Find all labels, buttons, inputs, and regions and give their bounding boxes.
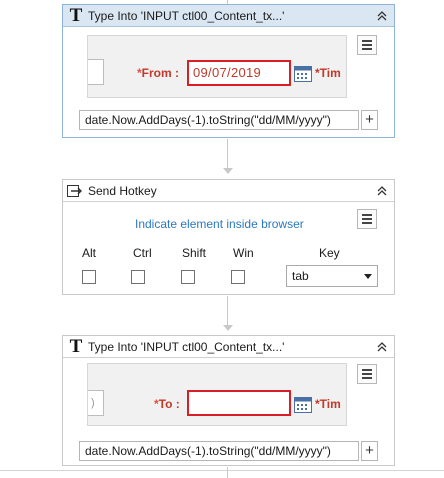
- activity-title: Type Into 'INPUT ctl00_Content_tx...': [88, 9, 285, 23]
- text-expression-input[interactable]: date.Now.AddDays(-1).toString("dd/MM/yyy…: [79, 110, 359, 130]
- ctrl-checkbox[interactable]: [131, 270, 145, 284]
- send-hotkey-icon: [67, 185, 82, 197]
- key-dropdown-value: tab: [292, 269, 309, 283]
- key-label: Key: [319, 246, 340, 260]
- options-menu-button[interactable]: [357, 209, 377, 229]
- connector-2: [227, 296, 228, 326]
- options-menu-button[interactable]: [357, 364, 377, 384]
- text-expression-input[interactable]: date.Now.AddDays(-1).toString("dd/MM/yyy…: [79, 441, 359, 461]
- type-into-icon: T: [69, 336, 83, 357]
- add-expression-button[interactable]: +: [361, 110, 378, 130]
- canvas-bottom-border: [0, 470, 444, 471]
- connector-3: [227, 467, 228, 478]
- shift-checkbox[interactable]: [181, 270, 195, 284]
- alt-checkbox[interactable]: [82, 270, 96, 284]
- win-checkbox[interactable]: [231, 270, 245, 284]
- field-label-text: From :: [141, 66, 180, 80]
- calendar-icon: [294, 397, 312, 413]
- clipped-field: [88, 59, 104, 85]
- key-dropdown[interactable]: tab: [286, 265, 378, 287]
- field-label-from: *From :: [137, 66, 179, 80]
- element-screenshot-to: ) *To : *Tim: [87, 363, 347, 426]
- add-expression-button[interactable]: +: [361, 441, 378, 461]
- collapse-icon[interactable]: [375, 184, 389, 198]
- type-into-icon: T: [69, 5, 83, 26]
- activity-header[interactable]: T Type Into 'INPUT ctl00_Content_tx...': [63, 336, 394, 358]
- ctrl-label: Ctrl: [133, 246, 152, 260]
- field-label-to: *To :: [154, 397, 180, 411]
- activity-title: Type Into 'INPUT ctl00_Content_tx...': [88, 340, 285, 354]
- from-date-input-highlight: 09/07/2019: [187, 60, 291, 86]
- clipped-field: ): [88, 390, 104, 416]
- connector-arrow: [223, 168, 233, 174]
- workflow-designer-canvas: T Type Into 'INPUT ctl00_Content_tx...' …: [0, 0, 444, 478]
- activity-header[interactable]: T Type Into 'INPUT ctl00_Content_tx...': [63, 5, 394, 27]
- collapse-icon[interactable]: [375, 9, 389, 23]
- connector-arrow: [223, 325, 233, 331]
- chevron-down-icon: [364, 274, 372, 279]
- options-menu-button[interactable]: [357, 35, 377, 55]
- to-date-input-highlight: [187, 390, 291, 416]
- connector-1: [227, 139, 228, 169]
- shift-label: Shift: [182, 246, 207, 260]
- calendar-icon: [294, 66, 312, 82]
- win-label: Win: [233, 246, 254, 260]
- indicate-element-link[interactable]: Indicate element inside browser: [135, 217, 304, 231]
- alt-label: Alt: [82, 246, 97, 260]
- field-label-text: To :: [158, 397, 180, 411]
- clipped-time-label: *Tim: [315, 66, 341, 80]
- activity-title: Send Hotkey: [88, 184, 157, 198]
- element-screenshot-from: *From : 09/07/2019 *Tim: [87, 35, 347, 98]
- collapse-icon[interactable]: [375, 340, 389, 354]
- clipped-time-label: *Tim: [315, 397, 341, 411]
- activity-header[interactable]: Send Hotkey: [63, 180, 394, 202]
